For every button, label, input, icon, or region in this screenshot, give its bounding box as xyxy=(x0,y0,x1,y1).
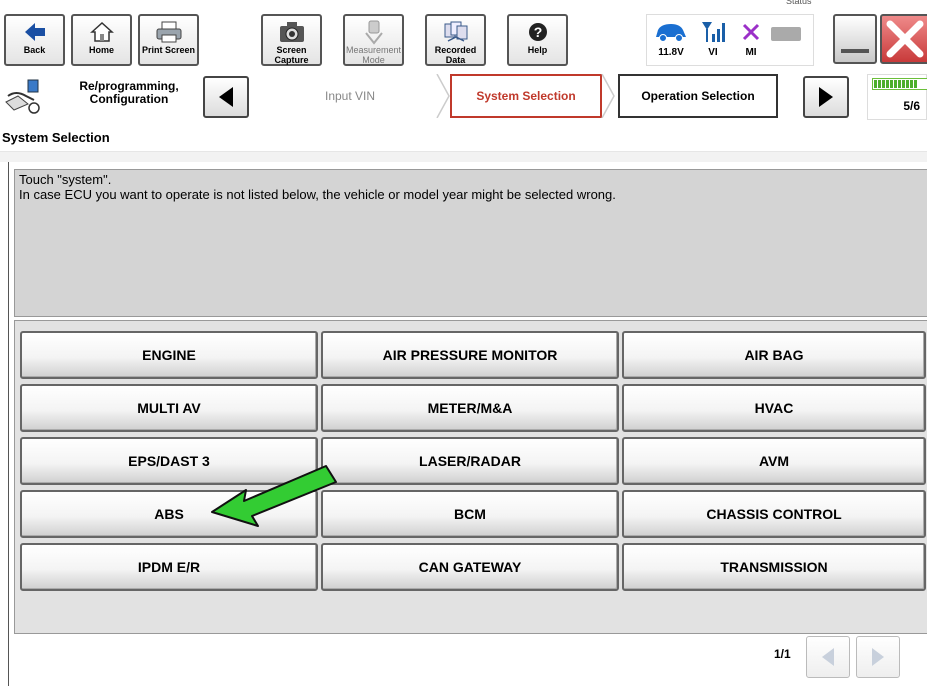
system-button-engine[interactable]: ENGINE xyxy=(20,331,318,379)
status-indicator-icon xyxy=(771,27,801,41)
step-system-selection: System Selection xyxy=(450,74,602,118)
system-button-transmission[interactable]: TRANSMISSION xyxy=(622,543,926,591)
help-button-label: Help xyxy=(527,45,548,55)
system-button-avm[interactable]: AVM xyxy=(622,437,926,485)
reprogramming-icon xyxy=(4,78,46,116)
home-icon xyxy=(73,19,130,45)
close-icon xyxy=(886,20,924,58)
voltage-label: 11.8V xyxy=(658,47,684,58)
triangle-right-icon xyxy=(872,648,884,666)
instruction-panel: Touch "system". In case ECU you want to … xyxy=(14,169,927,317)
system-list-panel: ENGINE AIR PRESSURE MONITOR AIR BAG MULT… xyxy=(14,320,927,634)
system-button-air-bag[interactable]: AIR BAG xyxy=(622,331,926,379)
signal-icon xyxy=(693,17,733,47)
triangle-right-icon xyxy=(819,87,833,107)
back-button[interactable]: Back xyxy=(4,14,65,66)
next-step-button[interactable] xyxy=(803,76,849,118)
recorded-data-button[interactable]: Recorded Data xyxy=(425,14,486,66)
toolbar: Status Back Home Print Screen Screen Cap… xyxy=(0,0,927,68)
status-battery: 11.8V xyxy=(651,17,691,59)
system-button-multi-av[interactable]: MULTI AV xyxy=(20,384,318,432)
car-icon xyxy=(651,17,691,47)
consult-app-window: Status Back Home Print Screen Screen Cap… xyxy=(0,0,927,686)
help-icon: ? xyxy=(509,19,566,45)
status-header-fragment: Status xyxy=(786,0,812,6)
home-button[interactable]: Home xyxy=(71,14,132,66)
recorded-data-icon xyxy=(427,19,484,45)
system-button-hvac[interactable]: HVAC xyxy=(622,384,926,432)
close-button[interactable] xyxy=(880,14,927,64)
back-button-label: Back xyxy=(23,45,46,55)
measurement-icon xyxy=(345,19,402,45)
system-button-bcm[interactable]: BCM xyxy=(321,490,619,538)
step-chevron-icon xyxy=(436,74,450,118)
instruction-line-1: Touch "system". xyxy=(19,172,112,187)
camera-icon xyxy=(263,19,320,45)
system-button-chassis-control[interactable]: CHASSIS CONTROL xyxy=(622,490,926,538)
status-vi: VI xyxy=(693,17,733,59)
home-button-label: Home xyxy=(88,45,114,55)
recorded-data-button-label: Recorded Data xyxy=(434,45,477,65)
instruction-line-2: In case ECU you want to operate is not l… xyxy=(19,187,616,202)
system-button-meter-ma[interactable]: METER/M&A xyxy=(321,384,619,432)
measurement-mode-button-label: Measurement Mode xyxy=(345,45,402,65)
page-previous-button[interactable] xyxy=(806,636,850,678)
progress-text: 5/6 xyxy=(903,99,920,113)
printer-icon xyxy=(140,19,197,45)
screen-capture-button-label: Screen Capture xyxy=(274,45,309,65)
progress-bar xyxy=(872,78,927,90)
page-title: System Selection xyxy=(0,124,927,152)
screen-capture-button[interactable]: Screen Capture xyxy=(261,14,322,66)
disconnected-x-icon xyxy=(731,17,771,47)
page-indicator: 1/1 xyxy=(774,647,791,661)
status-mi: MI xyxy=(731,17,771,59)
svg-text:?: ? xyxy=(533,24,542,40)
system-button-air-pressure-monitor[interactable]: AIR PRESSURE MONITOR xyxy=(321,331,619,379)
system-button-ipdm-er[interactable]: IPDM E/R xyxy=(20,543,318,591)
minimize-button[interactable] xyxy=(833,14,877,64)
mi-label: MI xyxy=(745,47,757,58)
step-navigation-bar: Re/programming, Configuration Input VIN … xyxy=(0,68,927,124)
system-button-laser-radar[interactable]: LASER/RADAR xyxy=(321,437,619,485)
step-input-vin: Input VIN xyxy=(262,74,438,118)
page-next-button[interactable] xyxy=(856,636,900,678)
step-chevron-icon xyxy=(601,74,615,118)
progress-fill xyxy=(874,80,917,88)
triangle-left-icon xyxy=(822,648,834,666)
system-button-abs[interactable]: ABS xyxy=(20,490,318,538)
print-screen-button[interactable]: Print Screen xyxy=(138,14,199,66)
previous-step-button[interactable] xyxy=(203,76,249,118)
print-screen-button-label: Print Screen xyxy=(141,45,196,55)
minimize-icon xyxy=(841,49,869,53)
back-arrow-icon xyxy=(6,19,63,45)
measurement-mode-button[interactable]: Measurement Mode xyxy=(343,14,404,66)
title-divider xyxy=(0,152,927,162)
status-panel: 11.8V VI MI xyxy=(646,14,814,66)
system-button-eps-dast-3[interactable]: EPS/DAST 3 xyxy=(20,437,318,485)
step-operation-selection[interactable]: Operation Selection xyxy=(618,74,778,118)
step-progress: 5/6 xyxy=(867,74,927,120)
left-border-line xyxy=(8,162,9,686)
triangle-left-icon xyxy=(219,87,233,107)
system-button-can-gateway[interactable]: CAN GATEWAY xyxy=(321,543,619,591)
pagination-bar: 1/1 xyxy=(14,634,927,686)
vi-label: VI xyxy=(708,47,718,58)
help-button[interactable]: ? Help xyxy=(507,14,568,66)
app-mode-label: Re/programming, Configuration xyxy=(79,79,179,106)
app-mode-indicator: Re/programming, Configuration xyxy=(4,74,204,120)
